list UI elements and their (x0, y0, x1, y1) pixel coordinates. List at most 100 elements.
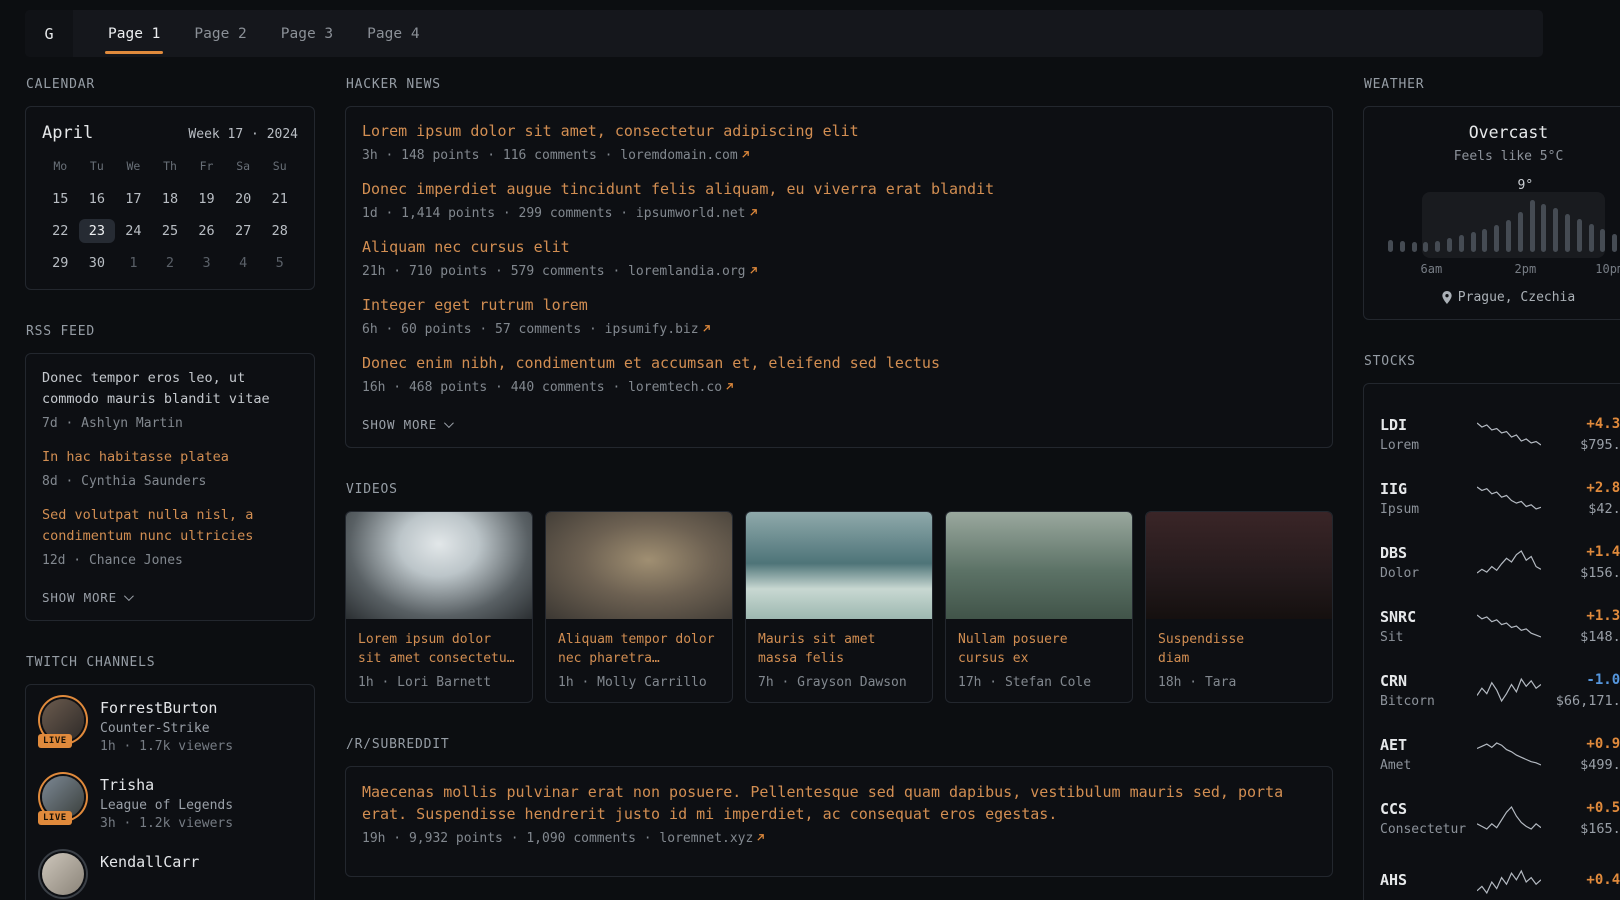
rss-item-title[interactable]: Sed volutpat nulla nisl, a condimentum n… (42, 505, 298, 547)
rss-show-more-button[interactable]: SHOW MORE (42, 590, 131, 605)
stock-change: -1.00% (1541, 671, 1620, 689)
video-card[interactable]: Aliquam tempor dolor nec pharetra… 1h · … (545, 511, 733, 703)
app-logo[interactable]: G (25, 10, 73, 57)
twitch-channel-name[interactable]: KendallCarr (100, 853, 199, 872)
video-thumbnail (746, 512, 932, 619)
video-thumbnail (946, 512, 1132, 619)
hacker-news-card: Lorem ipsum dolor sit amet, consectetur … (345, 106, 1333, 448)
calendar-day: 25 (152, 219, 189, 243)
weather-feels-like: Feels like 5°C (1378, 149, 1620, 164)
video-title[interactable]: Suspendisse diam (1158, 630, 1320, 668)
calendar-card: April Week 17 · 2024 Mo Tu We Th Fr Sa S… (25, 106, 315, 290)
video-card-body: Suspendisse diam 18h · Tara (1146, 619, 1332, 702)
twitch-channel-name[interactable]: Trisha (100, 776, 233, 795)
hn-item: Aliquam nec cursus elit 21h · 710 points… (362, 237, 1316, 280)
twitch-channel-row[interactable]: LIVE Trisha League of Legends 3h · 1.2k … (42, 776, 298, 831)
stock-sparkline (1476, 677, 1541, 703)
tab-page-2[interactable]: Page 2 (181, 10, 259, 57)
tab-page-3[interactable]: Page 3 (268, 10, 346, 57)
location-pin-icon (1442, 291, 1452, 304)
tab-page-4[interactable]: Page 4 (354, 10, 432, 57)
calendar-day: 20 (225, 187, 262, 211)
rss-item: Sed volutpat nulla nisl, a condimentum n… (42, 505, 298, 569)
calendar-dow: We (115, 159, 152, 179)
external-link-icon[interactable] (749, 205, 758, 222)
external-link-icon[interactable] (702, 321, 711, 338)
stock-symbol: AHS (1380, 871, 1476, 889)
stock-symbol: IIG (1380, 480, 1476, 498)
video-title[interactable]: Aliquam tempor dolor nec pharetra… (558, 630, 720, 668)
hn-item-meta: 21h · 710 points · 579 comments · loreml… (362, 263, 1316, 280)
hn-item-title[interactable]: Lorem ipsum dolor sit amet, consectetur … (362, 121, 1316, 142)
rss-item-title[interactable]: Donec tempor eros leo, ut commodo mauris… (42, 368, 298, 410)
calendar-day-selected: 23 (79, 219, 116, 243)
rss-section-title: RSS FEED (26, 324, 314, 339)
calendar-day: 24 (115, 219, 152, 243)
live-badge: LIVE (38, 734, 72, 748)
calendar-day-next-month: 3 (188, 251, 225, 275)
show-more-label: SHOW MORE (362, 417, 437, 432)
stock-values: -1.00% $66,171.48 (1541, 671, 1620, 709)
calendar-dow: Su (261, 159, 298, 179)
hn-item: Donec enim nibh, condimentum et accumsan… (362, 353, 1316, 396)
twitch-channel-info: Trisha League of Legends 3h · 1.2k viewe… (100, 776, 233, 831)
video-title[interactable]: Mauris sit amet massa felis (758, 630, 920, 668)
hn-item-meta-text: 21h · 710 points · 579 comments · loreml… (362, 264, 746, 279)
stock-row: DBS Dolor +1.42% $156.28 (1380, 530, 1620, 594)
hn-item-title[interactable]: Aliquam nec cursus elit (362, 237, 1316, 258)
hn-item-title[interactable]: Integer eget rutrum lorem (362, 295, 1316, 316)
twitch-channel-row[interactable]: KendallCarr (42, 853, 298, 895)
weather-time-label: 10pm (1595, 262, 1620, 276)
calendar-day: 26 (188, 219, 225, 243)
calendar-widget: CALENDAR April Week 17 · 2024 Mo Tu We T… (25, 77, 315, 290)
calendar-week-year: Week 17 · 2024 (188, 127, 298, 142)
weather-widget: WEATHER Overcast Feels like 5°C 9° 6am 2… (1363, 77, 1620, 320)
external-link-icon[interactable] (749, 263, 758, 280)
calendar-day: 21 (261, 187, 298, 211)
stock-id: CRN Bitcorn (1380, 672, 1476, 709)
stock-id: DBS Dolor (1380, 544, 1476, 581)
subreddit-post-title[interactable]: Maecenas mollis pulvinar erat non posuer… (362, 781, 1316, 825)
video-title[interactable]: Nullam posuere cursus ex (958, 630, 1120, 668)
twitch-channel-row[interactable]: LIVE ForrestBurton Counter-Strike 1h · 1… (42, 699, 298, 754)
stock-sparkline (1476, 741, 1541, 767)
stock-change: +1.42% (1541, 543, 1620, 561)
video-card-body: Aliquam tempor dolor nec pharetra… 1h · … (546, 619, 732, 702)
calendar-grid: Mo Tu We Th Fr Sa Su 15 16 17 18 19 20 2… (42, 159, 298, 275)
videos-section-title: VIDEOS (346, 482, 1332, 497)
video-meta: 1h · Lori Barnett (358, 675, 520, 690)
video-card[interactable]: Nullam posuere cursus ex 17h · Stefan Co… (945, 511, 1133, 703)
external-link-icon[interactable] (741, 147, 750, 164)
stocks-widget: STOCKS LDI Lorem +4.35% $795.18 (1363, 354, 1620, 900)
stock-price: $165.84 (1541, 821, 1620, 837)
stock-change: +4.35% (1541, 415, 1620, 433)
weather-section-title: WEATHER (1364, 77, 1620, 92)
chevron-down-icon (124, 591, 134, 601)
stock-price: $156.28 (1541, 565, 1620, 581)
external-link-icon[interactable] (725, 379, 734, 396)
twitch-card: LIVE ForrestBurton Counter-Strike 1h · 1… (25, 684, 315, 900)
rss-item-title[interactable]: In hac habitasse platea (42, 447, 298, 468)
external-link-icon[interactable] (756, 830, 765, 847)
stock-change: +1.36% (1541, 607, 1620, 625)
video-card[interactable]: Suspendisse diam 18h · Tara (1145, 511, 1333, 703)
calendar-dow: Th (152, 159, 189, 179)
stock-symbol: LDI (1380, 416, 1476, 434)
video-card[interactable]: Mauris sit amet massa felis 7h · Grayson… (745, 511, 933, 703)
video-card[interactable]: Lorem ipsum dolor sit amet consectetu… 1… (345, 511, 533, 703)
hn-show-more-button[interactable]: SHOW MORE (362, 417, 451, 432)
twitch-channel-name[interactable]: ForrestBurton (100, 699, 233, 718)
twitch-channels-widget: TWITCH CHANNELS LIVE ForrestBurton Count… (25, 655, 315, 900)
tab-page-1[interactable]: Page 1 (95, 10, 173, 57)
stock-name: Dolor (1380, 566, 1476, 581)
video-title[interactable]: Lorem ipsum dolor sit amet consectetu… (358, 630, 520, 668)
twitch-channel-meta: 3h · 1.2k viewers (100, 816, 233, 831)
stock-row: IIG Ipsum +2.84% $42.04 (1380, 466, 1620, 530)
stock-change: +0.46% (1541, 871, 1620, 889)
hn-item-title[interactable]: Donec enim nibh, condimentum et accumsan… (362, 353, 1316, 374)
show-more-label: SHOW MORE (42, 590, 117, 605)
stock-id: AHS (1380, 871, 1476, 893)
hn-item-title[interactable]: Donec imperdiet augue tincidunt felis al… (362, 179, 1316, 200)
weather-location-text: Prague, Czechia (1458, 290, 1575, 305)
video-thumbnail (546, 512, 732, 619)
